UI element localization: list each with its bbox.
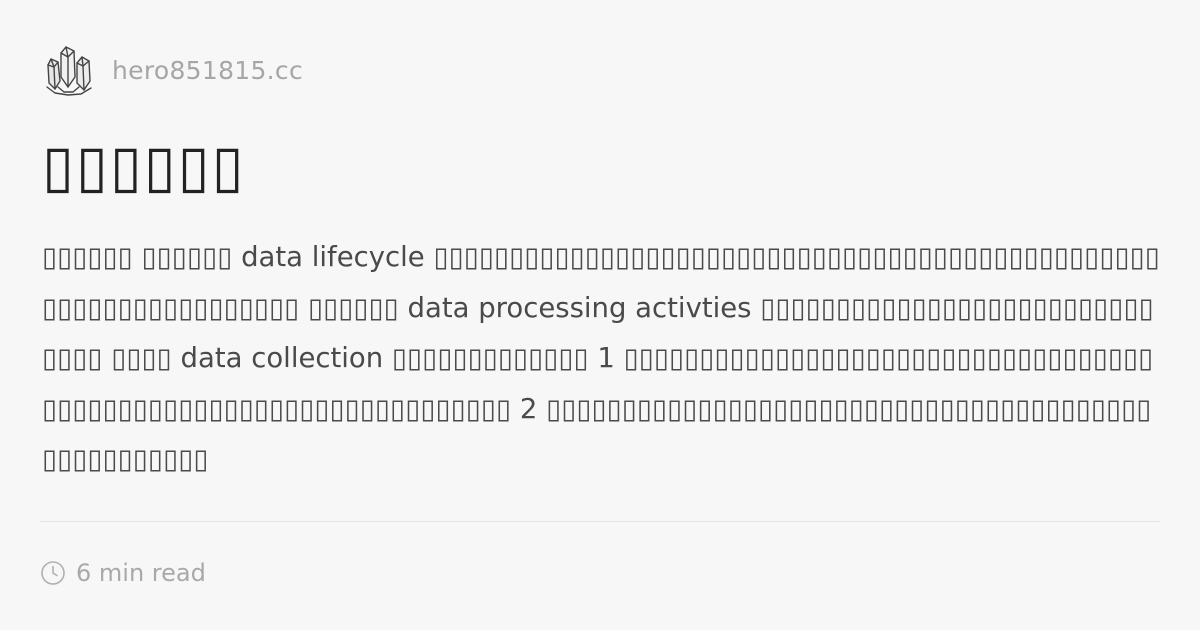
crystal-logo-icon [46, 46, 92, 96]
read-time: 6 min read [76, 559, 206, 587]
site-name[interactable]: hero851815.cc [112, 56, 303, 85]
post-excerpt: ▯▯▯▯▯▯ ▯▯▯▯▯▯ data lifecycle ▯▯▯▯▯▯▯▯▯▯▯… [42, 241, 1160, 475]
site-header: hero851815.cc [44, 42, 303, 98]
share-card: hero851815.cc ▯▯▯▯▯▯ ▯▯▯▯▯▯ ▯▯▯▯▯▯ data … [0, 0, 1200, 630]
clock-icon [41, 561, 65, 585]
divider [40, 521, 1160, 522]
post-meta: 6 min read [40, 556, 206, 590]
page-title: ▯▯▯▯▯▯ [42, 132, 246, 200]
